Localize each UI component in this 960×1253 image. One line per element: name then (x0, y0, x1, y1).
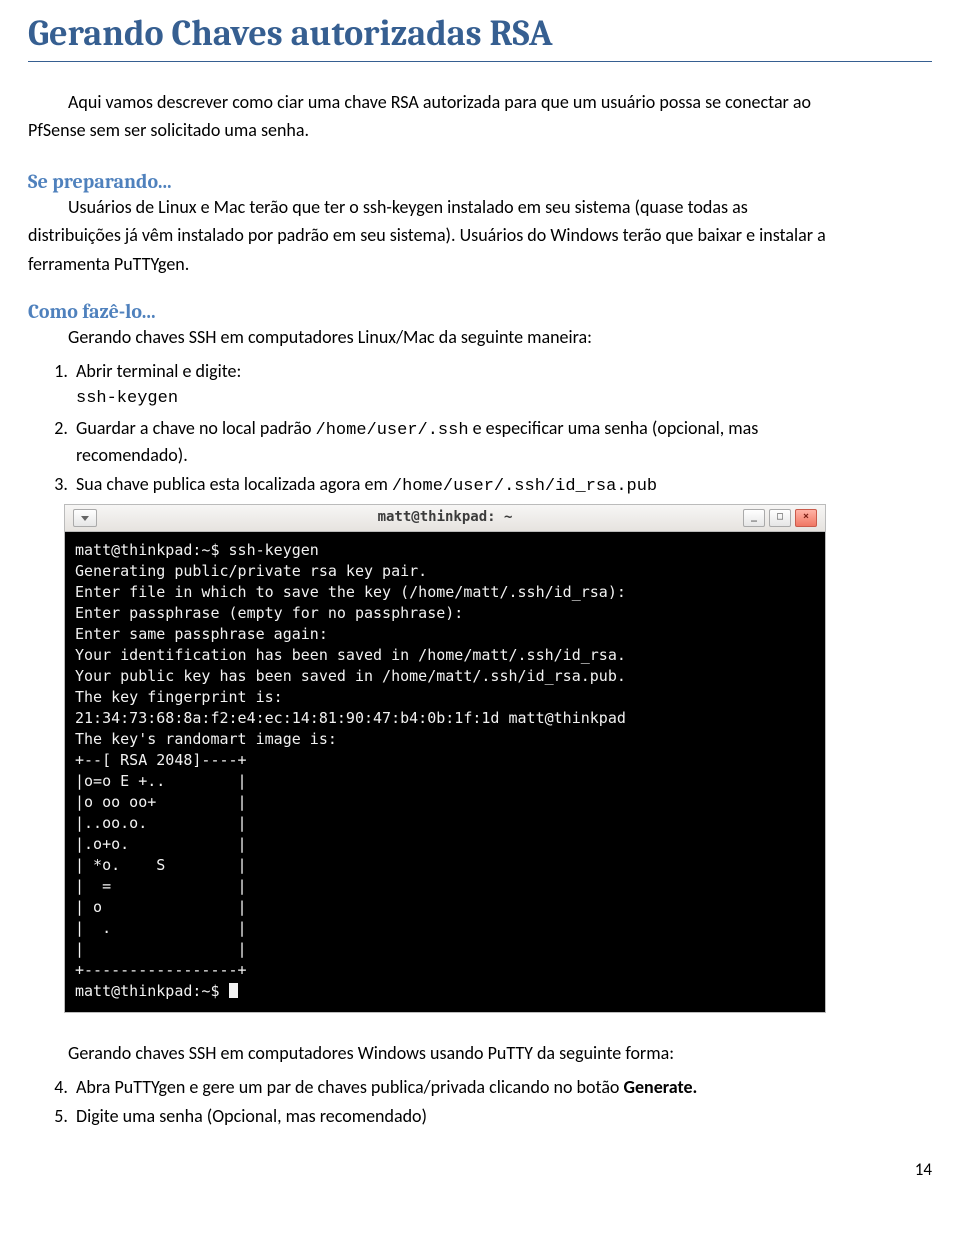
term-l04: Enter passphrase (empty for no passphras… (75, 604, 463, 622)
terminal-title: matt@thinkpad: ~ (65, 508, 825, 527)
step-3-text-a: Sua chave publica esta localizada agora … (76, 473, 392, 495)
sec1-line-1: Usuários de Linux e Mac terão que ter o … (28, 195, 932, 219)
page-number: 14 (28, 1159, 932, 1182)
term-l17: | = | (75, 877, 247, 895)
step-4-generate-label: Generate. (624, 1076, 698, 1098)
term-l19: | . | (75, 919, 247, 937)
term-l18: | o | (75, 898, 247, 916)
term-l10: The key's randomart image is: (75, 730, 337, 748)
after-lead: Gerando chaves SSH em computadores Windo… (28, 1041, 932, 1065)
term-l15: |.o+o. | (75, 835, 247, 853)
term-l20: | | (75, 940, 247, 958)
step-1-command: ssh-keygen (76, 389, 178, 408)
step-2: Guardar a chave no local padrão /home/us… (72, 416, 932, 467)
terminal-titlebar: matt@thinkpad: ~ _ □ × (65, 505, 825, 532)
step-5: Digite uma senha (Opcional, mas recomend… (72, 1104, 932, 1128)
section-heading-preparando: Se preparando... (28, 168, 932, 195)
step-1: Abrir terminal e digite: ssh-keygen (72, 359, 932, 410)
step-4: Abra PuTTYgen e gere um par de chaves pu… (72, 1075, 932, 1099)
steps-list-linux: Abrir terminal e digite: ssh-keygen Guar… (52, 359, 932, 498)
step-4-text-a: Abra PuTTYgen e gere um par de chaves pu… (76, 1076, 624, 1098)
sec1-line-3: ferramenta PuTTYgen. (28, 252, 932, 276)
term-l13: |o oo oo+ | (75, 793, 247, 811)
term-l01: matt@thinkpad:~$ ssh-keygen (75, 541, 319, 559)
step-3-path: /home/user/.ssh/id_rsa.pub (392, 477, 657, 496)
terminal-window: matt@thinkpad: ~ _ □ × matt@thinkpad:~$ … (64, 504, 826, 1013)
intro-line-1: Aqui vamos descrever como ciar uma chave… (28, 90, 932, 114)
close-icon[interactable]: × (795, 509, 817, 527)
term-l12: |o=o E +.. | (75, 772, 247, 790)
term-l11: +--[ RSA 2048]----+ (75, 751, 247, 769)
minimize-icon[interactable]: _ (743, 509, 765, 527)
steps-list-windows: Abra PuTTYgen e gere um par de chaves pu… (52, 1075, 932, 1129)
terminal-menu-button[interactable] (73, 509, 97, 527)
step-2-text-b: e especificar uma senha (opcional, mas (469, 417, 759, 439)
term-l06: Your identification has been saved in /h… (75, 646, 626, 664)
term-l03: Enter file in which to save the key (/ho… (75, 583, 626, 601)
term-l16: | *o. S | (75, 856, 247, 874)
sec1-line-2: distribuições já vêm instalado por padrã… (28, 223, 932, 247)
term-l02: Generating public/private rsa key pair. (75, 562, 427, 580)
step-2-text-a: Guardar a chave no local padrão (76, 417, 316, 439)
intro-line-2: PfSense sem ser solicitado uma senha. (28, 118, 932, 142)
terminal-body: matt@thinkpad:~$ ssh-keygen Generating p… (65, 532, 825, 1012)
step-2-path: /home/user/.ssh (316, 421, 469, 440)
term-l07: Your public key has been saved in /home/… (75, 667, 626, 685)
term-l21: +-----------------+ (75, 961, 247, 979)
page-title: Gerando Chaves autorizadas RSA (28, 10, 932, 62)
step-1-text: Abrir terminal e digite: (76, 360, 241, 382)
term-l05: Enter same passphrase again: (75, 625, 328, 643)
section-heading-como-fazer: Como fazê-lo... (28, 298, 932, 325)
maximize-icon[interactable]: □ (769, 509, 791, 527)
terminal-cursor (229, 983, 238, 998)
sec2-lead: Gerando chaves SSH em computadores Linux… (28, 325, 932, 349)
step-3: Sua chave publica esta localizada agora … (72, 472, 932, 499)
step-2-text-c: recomendado). (76, 444, 188, 466)
term-l09: 21:34:73:68:8a:f2:e4:ec:14:81:90:47:b4:0… (75, 709, 626, 727)
term-l08: The key fingerprint is: (75, 688, 283, 706)
term-l14: |..oo.o. | (75, 814, 247, 832)
term-prompt-end: matt@thinkpad:~$ (75, 982, 229, 1000)
